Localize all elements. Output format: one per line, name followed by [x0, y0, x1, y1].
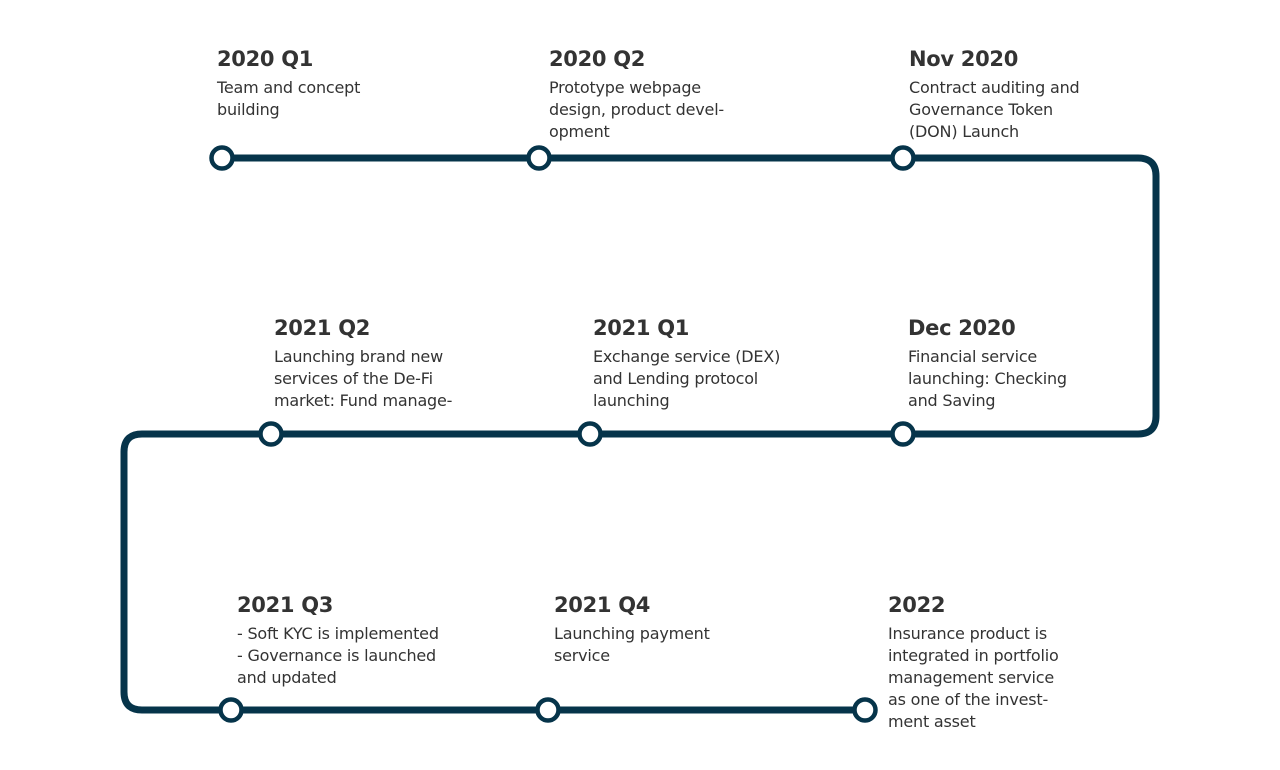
- milestone-node: [535, 697, 561, 723]
- milestone-description-line: and updated: [237, 668, 337, 687]
- milestone-2020-q1: 2020 Q1 Team and concept building: [217, 47, 457, 121]
- milestone-node: [209, 145, 235, 171]
- milestone-description-line: - Governance is launched: [237, 646, 437, 665]
- milestone-description-line: - Soft KYC is implemented: [237, 624, 439, 643]
- milestone-description-line: market: Fund manage-: [274, 391, 453, 410]
- milestone-title: Nov 2020: [909, 47, 1019, 71]
- milestone-description-line: as one of the invest-: [888, 690, 1049, 709]
- milestone-node: [890, 145, 916, 171]
- milestone-description-line: Launching brand new: [274, 347, 443, 366]
- milestone-title: 2020 Q1: [217, 47, 314, 71]
- milestone-nov-2020: Nov 2020 Contract auditing and Governanc…: [909, 47, 1149, 143]
- milestone-node: [577, 421, 603, 447]
- milestone-description-line: Insurance product is: [888, 624, 1047, 643]
- milestone-title: Dec 2020: [908, 316, 1016, 340]
- milestone-description-line: Contract auditing and: [909, 78, 1080, 97]
- milestone-title: 2021 Q4: [554, 593, 651, 617]
- milestone-description-line: design, product devel-: [549, 100, 725, 119]
- milestone-description-line: services of the De-Fi: [274, 369, 433, 388]
- milestone-title: 2021 Q2: [274, 316, 371, 340]
- milestone-dec-2020: Dec 2020 Financial service launching: Ch…: [908, 316, 1148, 412]
- milestone-description: - Soft KYC is implemented - Governance i…: [237, 623, 477, 689]
- milestone-description-line: and Saving: [908, 391, 996, 410]
- milestone-title: 2021 Q3: [237, 593, 334, 617]
- milestone-description: Exchange service (DEX) and Lending proto…: [593, 346, 833, 412]
- milestone-description-line: Team and concept: [217, 78, 361, 97]
- milestone-description-line: launching: Checking: [908, 369, 1067, 388]
- milestone-title: 2021 Q1: [593, 316, 690, 340]
- milestone-2020-q2: 2020 Q2 Prototype webpage design, produc…: [549, 47, 789, 143]
- milestone-2021-q4: 2021 Q4 Launching payment service: [554, 593, 794, 667]
- milestone-description-line: (DON) Launch: [909, 122, 1019, 141]
- milestone-description: Launching brand new services of the De-F…: [274, 346, 514, 412]
- milestone-node: [526, 145, 552, 171]
- milestone-node: [218, 697, 244, 723]
- milestone-2021-q1: 2021 Q1 Exchange service (DEX) and Lendi…: [593, 316, 833, 412]
- milestone-description-line: Financial service: [908, 347, 1038, 366]
- milestone-title: 2022: [888, 593, 946, 617]
- milestone-description-line: ment asset: [888, 712, 976, 731]
- milestone-description-line: opment: [549, 122, 610, 141]
- milestone-description-line: Governance Token: [909, 100, 1053, 119]
- milestone-2021-q3: 2021 Q3 - Soft KYC is implemented - Gove…: [237, 593, 477, 689]
- milestone-description-line: Prototype webpage: [549, 78, 701, 97]
- milestone-description: Prototype webpage design, product devel-…: [549, 77, 789, 143]
- milestone-description-line: Launching payment: [554, 624, 710, 643]
- milestone-description-line: service: [554, 646, 610, 665]
- milestone-title: 2020 Q2: [549, 47, 646, 71]
- milestone-node: [258, 421, 284, 447]
- milestone-description-line: management service: [888, 668, 1054, 687]
- milestone-description-line: launching: [593, 391, 670, 410]
- milestone-description-line: integrated in portfolio: [888, 646, 1059, 665]
- milestone-node: [890, 421, 916, 447]
- milestone-2021-q2: 2021 Q2 Launching brand new services of …: [274, 316, 514, 412]
- milestone-node: [852, 697, 878, 723]
- milestone-description-line: Exchange service (DEX): [593, 347, 781, 366]
- milestone-2022: 2022 Insurance product is integrated in …: [888, 593, 1128, 733]
- milestone-description: Contract auditing and Governance Token (…: [909, 77, 1149, 143]
- milestone-description: Team and concept building: [217, 77, 457, 121]
- milestone-description: Launching payment service: [554, 623, 794, 667]
- milestone-description: Insurance product is integrated in portf…: [888, 623, 1128, 733]
- milestone-description: Financial service launching: Checking an…: [908, 346, 1148, 412]
- milestone-description-line: building: [217, 100, 280, 119]
- milestone-description-line: and Lending protocol: [593, 369, 759, 388]
